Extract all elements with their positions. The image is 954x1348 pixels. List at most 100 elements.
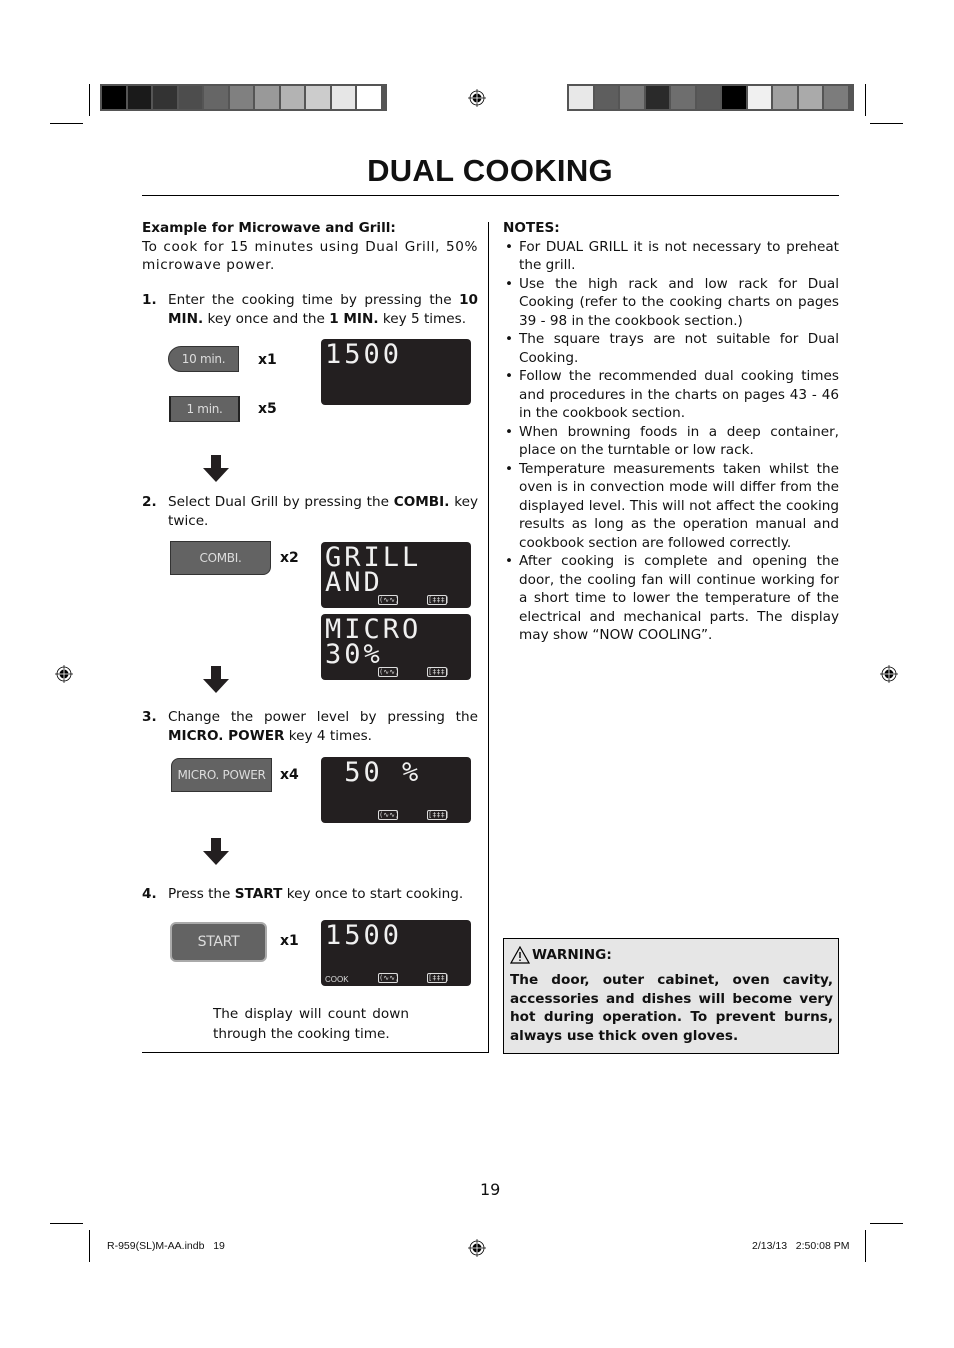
press-count: x1 xyxy=(280,933,299,949)
color-calibration-bar-right xyxy=(567,84,854,111)
press-count: x4 xyxy=(280,767,299,783)
color-swatch xyxy=(204,86,228,109)
warning-heading: WARNING: xyxy=(532,947,612,963)
note-text: Temperature measurements taken whilst th… xyxy=(519,460,839,551)
color-swatch xyxy=(620,86,644,109)
key-micro-power[interactable]: MICRO. POWER xyxy=(171,758,272,792)
step-instruction: Change the power level by pressing the M… xyxy=(168,708,478,745)
note-text: The square trays are not suitable for Du… xyxy=(519,331,839,366)
press-count: x2 xyxy=(280,550,299,566)
color-swatch xyxy=(722,86,746,109)
instruction-text: Enter the cooking time by pressing the xyxy=(168,292,460,308)
lcd-line-2: AND xyxy=(325,567,383,598)
footer-file-name: R-959(SL)M-AA.indb 19 xyxy=(107,1240,225,1252)
step-2: 2. Select Dual Grill by pressing the COM… xyxy=(142,493,478,530)
instruction-text: key 4 times. xyxy=(284,727,372,744)
arrow-down-icon xyxy=(203,666,229,693)
lcd-display: 1500 xyxy=(321,339,471,405)
instruction-text: key once to start cooking. xyxy=(282,886,464,902)
lcd-line-1: 1500 xyxy=(325,920,403,951)
example-heading: Example for Microwave and Grill: xyxy=(142,220,396,236)
crop-mark xyxy=(89,1230,90,1262)
grill-indicator-icon: [‡‡‡] xyxy=(427,973,450,983)
crop-mark xyxy=(89,84,90,116)
page-number: 19 xyxy=(480,1180,501,1199)
notes-list: • For DUAL GRILL it is not necessary to p… xyxy=(503,238,839,645)
color-swatch xyxy=(696,86,720,109)
lcd-display: MICRO 30% (∿∿) [‡‡‡] xyxy=(321,614,471,680)
note-text: Use the high rack and low rack for Dual … xyxy=(519,275,839,329)
note-item: • For DUAL GRILL it is not necessary to p… xyxy=(503,238,839,275)
color-swatch xyxy=(357,86,381,109)
grill-indicator-icon: [‡‡‡] xyxy=(427,810,450,820)
bullet-icon: • xyxy=(505,275,514,292)
microwave-indicator-icon: (∿∿) xyxy=(378,595,400,605)
color-swatch xyxy=(594,86,618,109)
crop-mark xyxy=(865,84,866,116)
step-number: 2. xyxy=(142,494,157,510)
color-swatch xyxy=(331,86,355,109)
lcd-display: 1500 (∿∿) [‡‡‡] COOK xyxy=(321,920,471,986)
color-swatch xyxy=(280,86,304,109)
instruction-text: key 5 times. xyxy=(378,310,467,327)
step-1: 1. Enter the cooking time by pressing th… xyxy=(142,291,478,328)
note-item: • Follow the recommended dual cooking tim… xyxy=(503,367,839,423)
bullet-icon: • xyxy=(505,553,514,569)
lcd-display: GRILL AND (∿∿) [‡‡‡] xyxy=(321,542,471,608)
key-10-min[interactable]: 10 min. xyxy=(168,346,239,372)
arrow-down-icon xyxy=(203,838,229,865)
key-name: COMBI. xyxy=(393,494,450,510)
crop-mark xyxy=(870,123,903,124)
lcd-line-2: 30% xyxy=(325,639,383,670)
press-count: x1 xyxy=(258,352,277,368)
microwave-indicator-icon: (∿∿) xyxy=(378,810,400,820)
title-divider xyxy=(142,195,839,196)
key-name: 1 MIN. xyxy=(329,310,379,327)
crop-mark xyxy=(50,123,83,124)
warning-triangle-icon xyxy=(510,946,530,964)
color-calibration-bar-left xyxy=(100,84,387,111)
color-swatch xyxy=(773,86,797,109)
microwave-indicator-icon: (∿∿) xyxy=(378,667,400,677)
color-swatch xyxy=(127,86,151,109)
bullet-icon: • xyxy=(505,423,514,440)
page-title: DUAL COOKING xyxy=(367,153,613,188)
press-count: x5 xyxy=(258,401,277,417)
section-divider xyxy=(142,1052,489,1053)
color-swatch xyxy=(102,86,126,109)
key-name: START xyxy=(234,886,283,902)
crop-mark xyxy=(870,1223,903,1224)
note-item: • After cooking is complete and opening t… xyxy=(503,552,839,645)
color-swatch xyxy=(645,86,669,109)
color-swatch xyxy=(569,86,593,109)
step-3: 3. Change the power level by pressing th… xyxy=(142,708,478,745)
note-item: • Temperature measurements taken whilst t… xyxy=(503,460,839,553)
example-description: To cook for 15 minutes using Dual Grill,… xyxy=(142,238,478,274)
instruction-text: Change the power level by pressing the xyxy=(168,709,478,725)
key-start[interactable]: START xyxy=(170,922,267,962)
cook-indicator: COOK xyxy=(325,975,349,984)
example-section: Example for Microwave and Grill: To cook… xyxy=(142,219,478,275)
note-text: After cooking is complete and opening th… xyxy=(519,553,839,643)
note-item: • The square trays are not suitable for D… xyxy=(503,330,839,367)
color-swatch xyxy=(671,86,695,109)
registration-mark-icon xyxy=(55,665,73,683)
color-swatch xyxy=(747,86,771,109)
color-swatch xyxy=(153,86,177,109)
crop-mark xyxy=(50,1223,83,1224)
color-swatch xyxy=(798,86,822,109)
countdown-note: The display will count down through the … xyxy=(213,1006,409,1042)
color-swatch xyxy=(229,86,253,109)
column-divider xyxy=(488,222,489,1053)
instruction-text: Select Dual Grill by pressing the xyxy=(168,494,394,510)
step-instruction: Press the START key once to start cookin… xyxy=(168,885,478,904)
warning-text: The door, outer cabinet, oven cavity, ac… xyxy=(510,972,833,1044)
instruction-text: Press the xyxy=(168,886,235,902)
arrow-down-icon xyxy=(203,455,229,482)
key-combi[interactable]: COMBI. xyxy=(170,541,271,575)
microwave-indicator-icon: (∿∿) xyxy=(378,973,400,983)
step-number: 4. xyxy=(142,886,157,902)
key-1-min[interactable]: 1 min. xyxy=(169,396,240,422)
note-text: Follow the recommended dual cooking time… xyxy=(519,368,839,421)
bullet-icon: • xyxy=(505,460,514,477)
